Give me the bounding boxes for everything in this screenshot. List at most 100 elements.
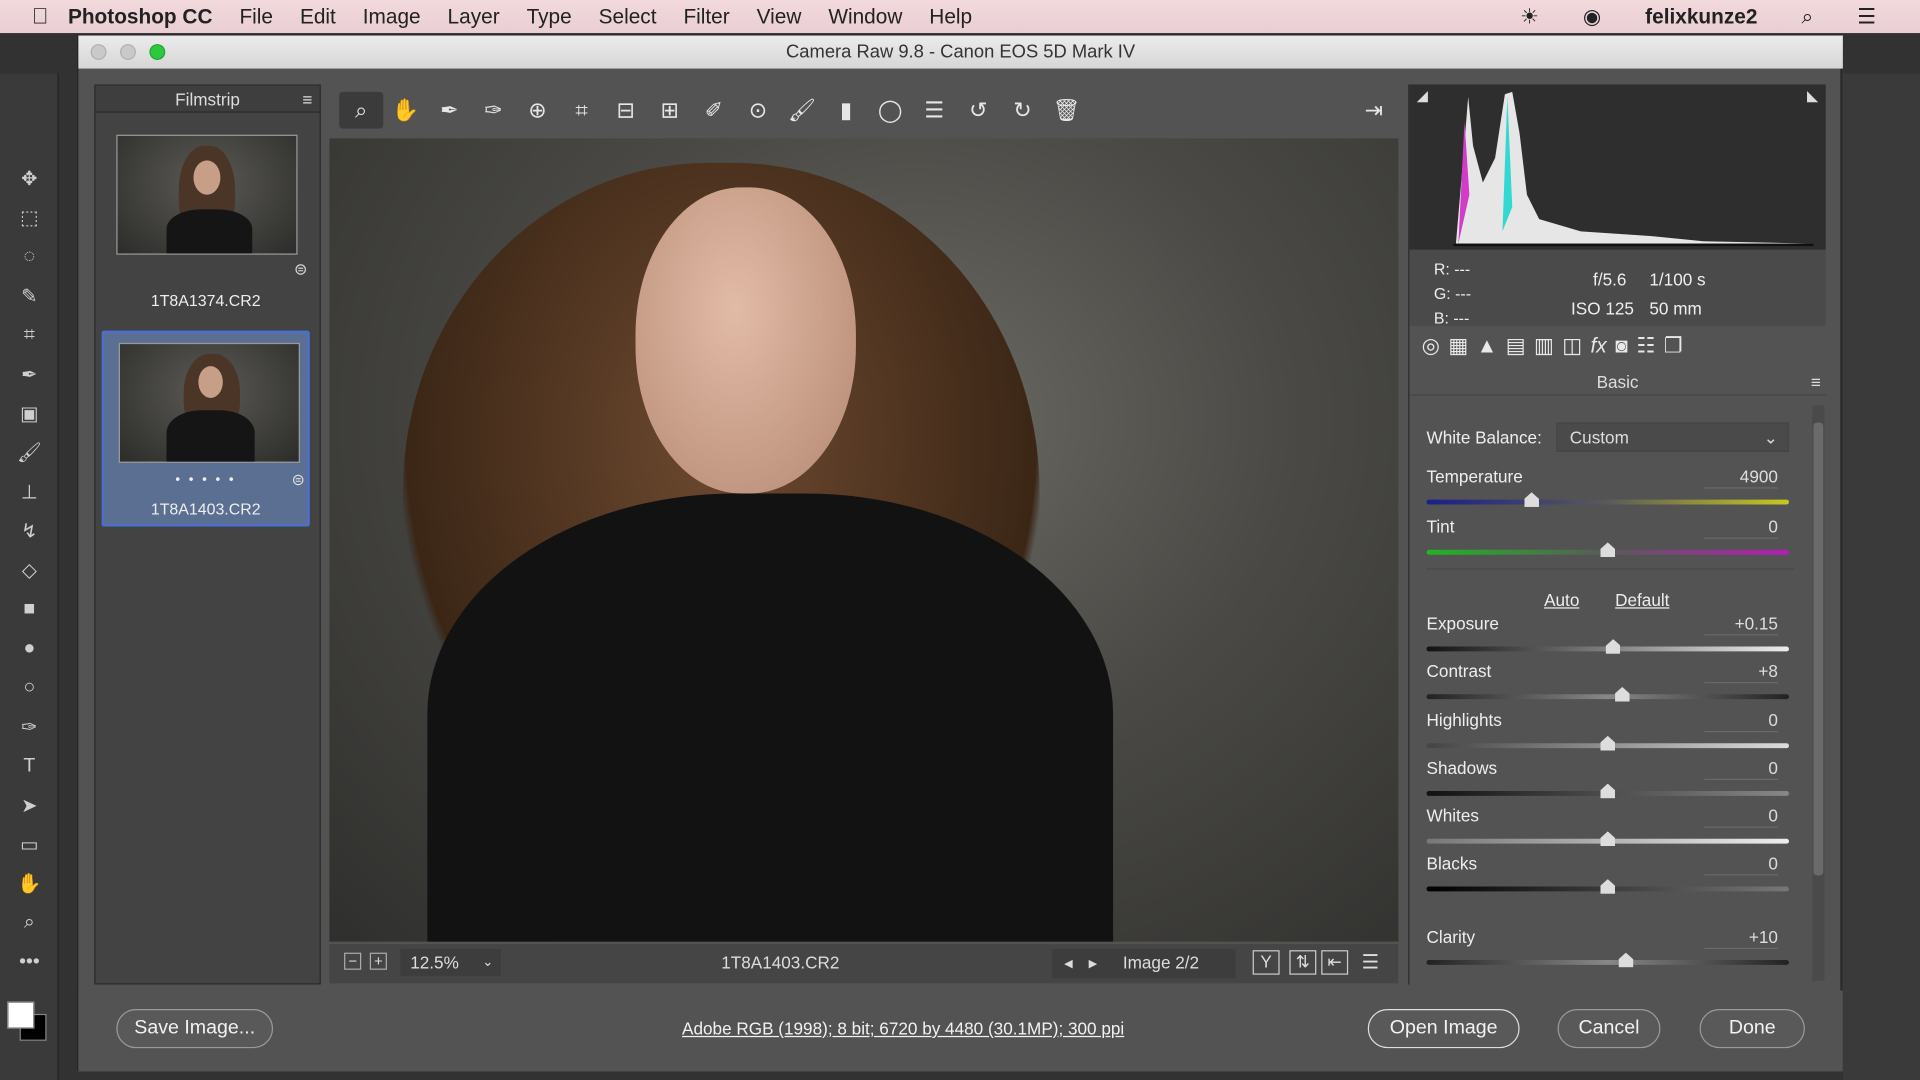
tab-presets-icon[interactable]: ☷	[1636, 334, 1655, 358]
menu-layer[interactable]: Layer	[448, 4, 500, 28]
white-balance-select[interactable]: Custom ⌄	[1556, 422, 1789, 452]
shadows-slider[interactable]	[1426, 783, 1789, 799]
path-select-icon[interactable]: ➤	[0, 786, 59, 825]
frame-tool-icon[interactable]: ▣	[0, 394, 59, 433]
targeted-adjustment-icon[interactable]: ⊕	[516, 92, 560, 129]
tab-tone-curve-icon[interactable]: ▦	[1448, 334, 1468, 358]
blur-tool-icon[interactable]: ●	[0, 629, 59, 668]
trash-icon[interactable]: 🗑	[1044, 92, 1088, 129]
apple-icon[interactable]: 	[32, 4, 49, 30]
rotate-left-icon[interactable]: ↺	[956, 92, 1000, 129]
zoom-button[interactable]	[149, 44, 166, 61]
notification-list-icon[interactable]: ☰	[1857, 4, 1876, 28]
eyedropper-tool-icon[interactable]: ✒	[0, 355, 59, 394]
menu-type[interactable]: Type	[527, 4, 572, 28]
clarity-value[interactable]: +10	[1704, 927, 1778, 949]
red-eye-icon[interactable]: ⊙	[736, 92, 780, 129]
open-image-button[interactable]: Open Image	[1367, 1008, 1520, 1049]
tab-effects-icon[interactable]: fx	[1591, 334, 1607, 358]
zoom-level-select[interactable]: 12.5% ⌄	[400, 948, 501, 976]
menu-help[interactable]: Help	[929, 4, 972, 28]
radial-filter-icon[interactable]: ◯	[868, 92, 912, 129]
straighten-icon[interactable]: ⊟	[604, 92, 648, 129]
color-sampler-icon[interactable]: ✑	[471, 92, 515, 129]
zoom-icon[interactable]: ⌕	[339, 91, 384, 129]
brush-tool-icon[interactable]: 🖌	[0, 433, 59, 472]
rectangle-tool-icon[interactable]: ▭	[0, 825, 59, 864]
spotlight-search-icon[interactable]: ⌕	[1801, 4, 1813, 28]
tint-slider-thumb[interactable]	[1600, 542, 1616, 558]
workflow-options-link[interactable]: Adobe RGB (1998); 8 bit; 6720 by 4480 (3…	[682, 1019, 1124, 1039]
spot-removal-icon[interactable]: ✐	[692, 92, 736, 129]
tab-camera-calibration-icon[interactable]: ◙	[1615, 334, 1628, 358]
rating-stars[interactable]: • • • • •	[104, 473, 307, 488]
menu-edit[interactable]: Edit	[300, 4, 336, 28]
next-image-button[interactable]: ▸	[1089, 953, 1098, 974]
image-preview[interactable]	[329, 138, 1399, 942]
rotate-right-icon[interactable]: ↻	[1000, 92, 1044, 129]
temperature-slider-thumb[interactable]	[1524, 492, 1539, 507]
menu-app[interactable]: Photoshop CC	[68, 4, 213, 28]
swap-settings-icon[interactable]: ⇅	[1289, 950, 1317, 975]
whites-slider-thumb[interactable]	[1600, 831, 1616, 847]
graduated-filter-icon[interactable]: ▮	[824, 92, 868, 129]
temperature-slider[interactable]	[1426, 492, 1789, 507]
move-tool-icon[interactable]: ✥	[0, 159, 59, 198]
previous-image-button[interactable]: ◂	[1064, 953, 1073, 974]
contrast-value[interactable]: +8	[1704, 661, 1778, 684]
tab-snapshots-icon[interactable]: ❐	[1664, 334, 1683, 358]
blacks-slider[interactable]	[1426, 879, 1789, 894]
done-button[interactable]: Done	[1699, 1008, 1805, 1049]
highlights-value[interactable]: 0	[1704, 710, 1778, 733]
zoom-in-button[interactable]: +	[369, 952, 387, 970]
zoom-tool-icon[interactable]: ⌕	[0, 904, 59, 943]
brightness-icon[interactable]: ☀	[1520, 4, 1539, 28]
filmstrip-item-selected[interactable]: • • • • • ⊜ 1T8A1403.CR2	[101, 330, 310, 527]
hand-icon[interactable]: ✋	[383, 92, 427, 129]
menu-filter[interactable]: Filter	[683, 4, 729, 28]
tint-value[interactable]: 0	[1704, 517, 1778, 539]
preferences-icon[interactable]: ☰	[912, 92, 956, 129]
crop-icon[interactable]: ⌗	[560, 92, 604, 129]
white-balance-icon[interactable]: ✒	[427, 92, 471, 129]
save-image-button[interactable]: Save Image...	[116, 1008, 274, 1049]
blacks-value[interactable]: 0	[1704, 853, 1778, 876]
toggle-settings-icon[interactable]: ☰	[1362, 950, 1380, 974]
contrast-slider-thumb[interactable]	[1614, 686, 1630, 702]
temperature-value[interactable]: 4900	[1704, 467, 1778, 489]
panel-menu-icon[interactable]: ≡	[1811, 369, 1821, 396]
more-tools-icon[interactable]: •••	[0, 943, 59, 982]
user-name[interactable]: felixkunze2	[1645, 4, 1757, 28]
history-brush-icon[interactable]: ↯	[0, 512, 59, 551]
color-swatches[interactable]	[0, 982, 58, 1055]
tab-detail-icon[interactable]: ▲	[1477, 334, 1498, 358]
adjustment-brush-icon[interactable]: 🖌	[780, 92, 824, 129]
creative-cloud-icon[interactable]: ◉	[1583, 4, 1601, 28]
shadows-slider-thumb[interactable]	[1600, 783, 1616, 799]
hand-tool-icon[interactable]: ✋	[0, 864, 59, 903]
marquee-tool-icon[interactable]: ⬚	[0, 198, 59, 237]
cancel-button[interactable]: Cancel	[1557, 1008, 1661, 1049]
menu-image[interactable]: Image	[363, 4, 421, 28]
whites-slider[interactable]	[1426, 831, 1789, 847]
tab-basic-icon[interactable]: ◎	[1422, 334, 1440, 358]
highlights-slider[interactable]	[1426, 735, 1789, 751]
exposure-value[interactable]: +0.15	[1704, 613, 1778, 636]
fullscreen-toggle-icon[interactable]: ⇥	[1352, 92, 1396, 129]
transform-icon[interactable]: ⊞	[648, 92, 692, 129]
clarity-slider[interactable]	[1426, 952, 1789, 968]
panel-scrollbar[interactable]	[1812, 405, 1825, 981]
crop-tool-icon[interactable]: ⌗	[0, 316, 59, 355]
auto-button[interactable]: Auto	[1544, 590, 1579, 610]
tab-hsl-icon[interactable]: ▤	[1506, 334, 1526, 358]
menu-view[interactable]: View	[757, 4, 802, 28]
shadows-value[interactable]: 0	[1704, 758, 1778, 781]
zoom-out-button[interactable]: −	[344, 952, 362, 970]
exposure-slider-thumb[interactable]	[1605, 639, 1621, 654]
dodge-tool-icon[interactable]: ○	[0, 669, 59, 708]
menu-select[interactable]: Select	[599, 4, 657, 28]
tab-lens-icon[interactable]: ◫	[1562, 334, 1582, 358]
type-tool-icon[interactable]: T	[0, 747, 59, 786]
contrast-slider[interactable]	[1426, 686, 1789, 702]
menu-file[interactable]: File	[239, 4, 273, 28]
